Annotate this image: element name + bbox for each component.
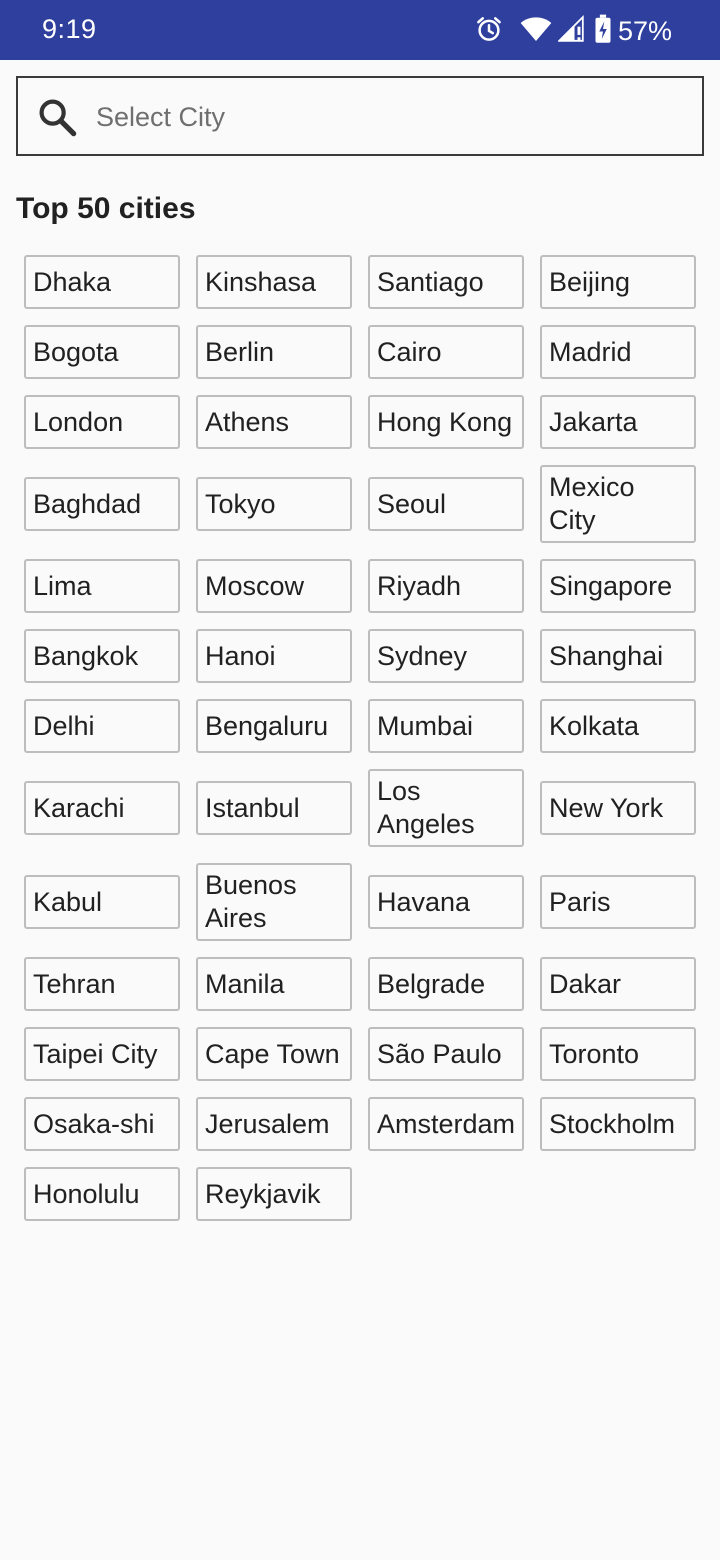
city-chip[interactable]: Osaka-shi (24, 1097, 180, 1151)
city-chip[interactable]: Havana (368, 875, 524, 929)
city-chip[interactable]: Berlin (196, 325, 352, 379)
city-chip[interactable]: Belgrade (368, 957, 524, 1011)
city-chip[interactable]: Kinshasa (196, 255, 352, 309)
city-chip[interactable]: Singapore (540, 559, 696, 613)
city-chip[interactable]: Stockholm (540, 1097, 696, 1151)
search-box[interactable] (16, 76, 704, 156)
city-chip[interactable]: Santiago (368, 255, 524, 309)
city-chip[interactable]: Amsterdam (368, 1097, 524, 1151)
city-chip[interactable]: Riyadh (368, 559, 524, 613)
city-chip[interactable]: Los Angeles (368, 769, 524, 847)
city-chip[interactable]: Beijing (540, 255, 696, 309)
city-chip[interactable]: Bengaluru (196, 699, 352, 753)
alarm-icon (474, 14, 504, 49)
city-chip[interactable]: Dakar (540, 957, 696, 1011)
city-chip[interactable]: São Paulo (368, 1027, 524, 1081)
city-chip[interactable]: Buenos Aires (196, 863, 352, 941)
city-chip[interactable]: Tokyo (196, 477, 352, 531)
battery-charging-icon (594, 14, 612, 49)
city-chip[interactable]: Mexico City (540, 465, 696, 543)
city-chip[interactable]: Madrid (540, 325, 696, 379)
city-chip[interactable]: Lima (24, 559, 180, 613)
status-time: 9:19 (42, 14, 97, 44)
city-grid: Dhaka Kinshasa Santiago Beijing Bogota Berlin… (24, 255, 704, 1221)
city-chip[interactable]: Dhaka (24, 255, 180, 309)
city-chip[interactable]: Cairo (368, 325, 524, 379)
city-chip[interactable]: Cape Town (196, 1027, 352, 1081)
search-icon[interactable] (36, 96, 78, 138)
city-chip[interactable]: Hanoi (196, 629, 352, 683)
battery-percent: 57% (617, 15, 672, 46)
city-chip[interactable]: Bangkok (24, 629, 180, 683)
city-chip[interactable]: Reykjavik (196, 1167, 352, 1221)
city-chip[interactable]: Taipei City (24, 1027, 180, 1081)
city-chip[interactable]: Honolulu (24, 1167, 180, 1221)
city-chip[interactable]: Athens (196, 395, 352, 449)
wifi-icon (520, 14, 552, 49)
city-chip[interactable]: Jerusalem (196, 1097, 352, 1151)
cell-signal-icon (556, 14, 584, 49)
status-bar: 9:19 57% (0, 0, 720, 60)
city-chip[interactable]: Istanbul (196, 781, 352, 835)
city-chip[interactable]: Sydney (368, 629, 524, 683)
city-chip[interactable]: New York (540, 781, 696, 835)
city-chip[interactable]: Moscow (196, 559, 352, 613)
status-icons: 57% (458, 14, 672, 48)
city-chip[interactable]: Kabul (24, 875, 180, 929)
city-chip[interactable]: Jakarta (540, 395, 696, 449)
city-chip[interactable]: Mumbai (368, 699, 524, 753)
city-chip[interactable]: Karachi (24, 781, 180, 835)
section-title: Top 50 cities (16, 192, 196, 225)
city-chip[interactable]: Toronto (540, 1027, 696, 1081)
city-chip[interactable]: Baghdad (24, 477, 180, 531)
city-chip[interactable]: Hong Kong (368, 395, 524, 449)
city-chip[interactable]: Seoul (368, 477, 524, 531)
city-chip[interactable]: Bogota (24, 325, 180, 379)
city-chip[interactable]: Manila (196, 957, 352, 1011)
city-chip[interactable]: Shanghai (540, 629, 696, 683)
city-chip[interactable]: Tehran (24, 957, 180, 1011)
search-input[interactable] (96, 92, 686, 142)
city-chip[interactable]: London (24, 395, 180, 449)
city-chip[interactable]: Paris (540, 875, 696, 929)
city-chip[interactable]: Kolkata (540, 699, 696, 753)
city-chip[interactable]: Delhi (24, 699, 180, 753)
